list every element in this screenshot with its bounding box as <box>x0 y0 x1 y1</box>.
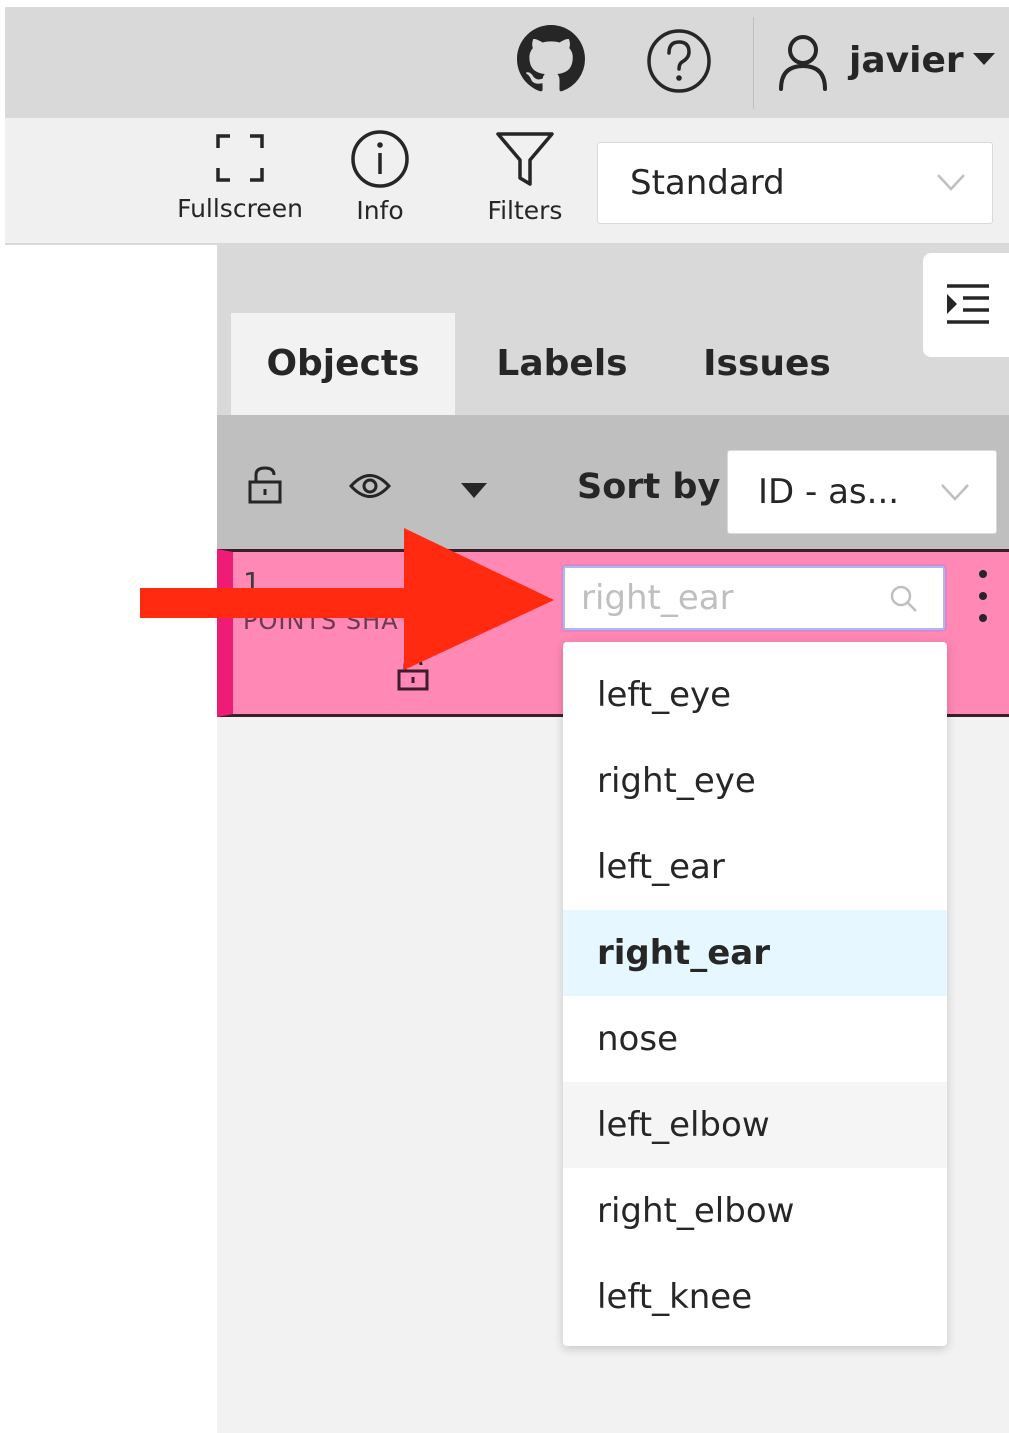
search-icon <box>890 585 917 612</box>
user-menu[interactable]: javier <box>773 27 1009 97</box>
dropdown-option-right-elbow[interactable]: right_elbow <box>563 1168 947 1254</box>
dropdown-option-left-ear[interactable]: left_ear <box>563 824 947 910</box>
label-dropdown: left_eye right_eye left_ear right_ear no… <box>563 642 947 1346</box>
github-icon[interactable] <box>517 25 585 93</box>
filters-label: Filters <box>487 196 563 225</box>
tab-objects[interactable]: Objects <box>231 313 455 415</box>
annotation-arrow <box>140 528 554 670</box>
collapse-sidebar-button[interactable] <box>923 253 1009 357</box>
caret-down-icon[interactable] <box>459 481 489 501</box>
sort-by-value: ID - as... <box>758 472 900 512</box>
workspace-mode-select[interactable]: Standard <box>597 142 993 224</box>
caret-down-icon[interactable] <box>971 49 997 69</box>
label-search-select[interactable] <box>563 566 945 630</box>
toolbar: Fullscreen Info Filters Standard <box>5 118 1009 245</box>
fullscreen-icon <box>216 134 264 182</box>
more-vertical-icon[interactable] <box>973 568 993 628</box>
user-name[interactable]: javier <box>849 37 964 85</box>
dropdown-option-right-ear[interactable]: right_ear <box>563 910 947 996</box>
topbar-divider <box>753 17 754 109</box>
chevron-down-icon <box>937 174 965 191</box>
top-bar: javier <box>5 7 1009 118</box>
fullscreen-button[interactable]: Fullscreen <box>165 128 315 224</box>
eye-icon[interactable] <box>349 471 391 501</box>
tab-issues[interactable]: Issues <box>697 313 837 415</box>
dropdown-option-nose[interactable]: nose <box>563 996 947 1082</box>
filter-icon <box>496 132 554 186</box>
sort-by-select[interactable]: ID - as... <box>727 450 997 534</box>
filters-button[interactable]: Filters <box>475 128 575 226</box>
help-icon[interactable] <box>645 27 713 95</box>
dropdown-option-left-knee[interactable]: left_knee <box>563 1254 947 1340</box>
label-search-input[interactable] <box>581 574 881 622</box>
sort-by-label: Sort by <box>577 467 721 507</box>
fullscreen-label: Fullscreen <box>177 194 303 223</box>
info-button[interactable]: Info <box>335 128 425 226</box>
tab-labels[interactable]: Labels <box>487 313 637 415</box>
dropdown-option-left-eye[interactable]: left_eye <box>563 652 947 738</box>
info-icon <box>351 130 409 188</box>
dropdown-option-right-eye[interactable]: right_eye <box>563 738 947 824</box>
unlock-icon[interactable] <box>247 465 283 505</box>
workspace-mode-value: Standard <box>630 163 785 203</box>
user-icon <box>779 35 827 91</box>
chevron-down-icon <box>941 484 969 501</box>
info-label: Info <box>356 196 404 225</box>
dropdown-option-left-elbow[interactable]: left_elbow <box>563 1082 947 1168</box>
menu-fold-icon <box>947 284 989 324</box>
